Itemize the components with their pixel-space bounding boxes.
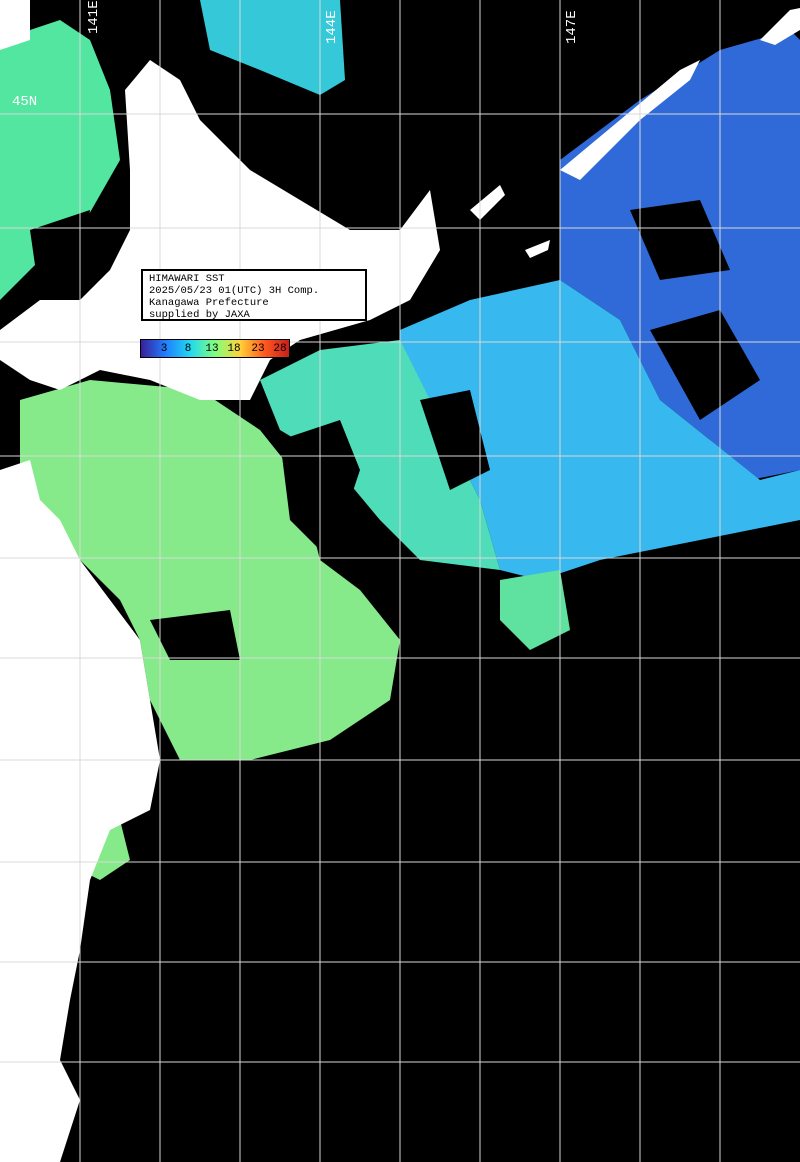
info-box: HIMAWARI SST 2025/05/23 01(UTC) 3H Comp.… [141, 269, 367, 321]
lon-label-147e: 147E [564, 10, 580, 44]
lon-label-144e: 144E [324, 10, 340, 44]
lon-label-141e: 141E [86, 0, 102, 34]
legend-tick: 28 [273, 342, 287, 355]
info-datetime: 2025/05/23 01(UTC) 3H Comp. [149, 285, 320, 297]
info-organization: Kanagawa Prefecture [149, 297, 269, 309]
legend-tick: 13 [205, 342, 219, 355]
info-source: supplied by JAXA [149, 309, 250, 321]
legend-tick: 18 [227, 342, 241, 355]
sst-map [0, 0, 800, 1162]
legend-tick: 3 [160, 342, 168, 355]
color-legend: 3 8 13 18 23 28 [140, 339, 290, 358]
info-title: HIMAWARI SST [149, 273, 225, 285]
legend-tick: 8 [184, 342, 192, 355]
legend-tick: 23 [251, 342, 265, 355]
lat-label-45n: 45N [12, 94, 38, 110]
